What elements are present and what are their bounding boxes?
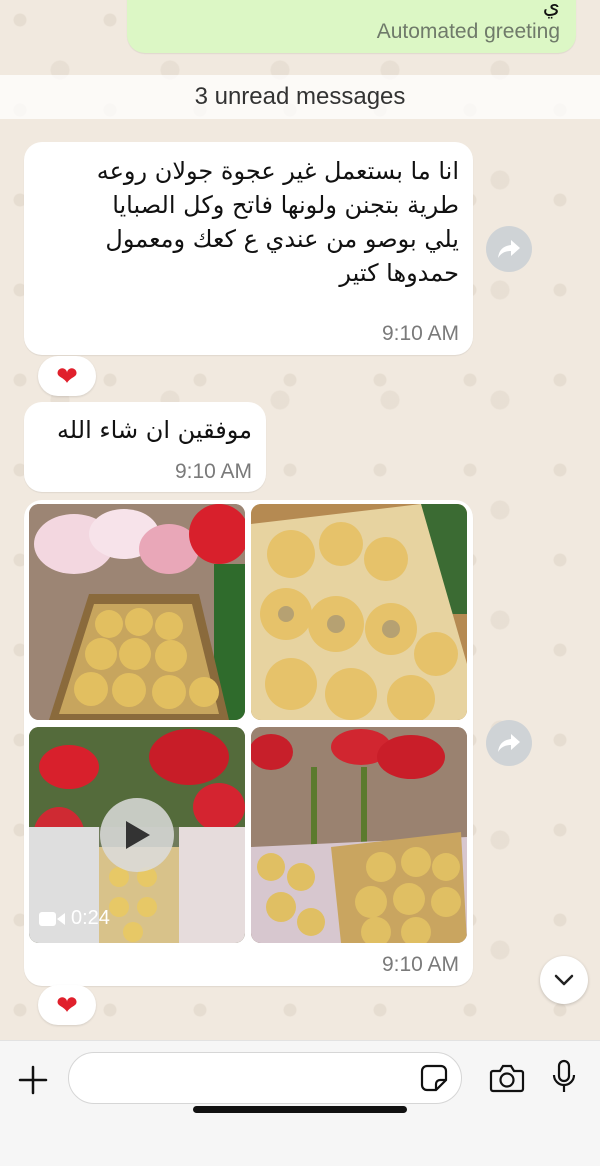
heart-icon: ❤ [56, 989, 78, 1020]
video-duration: 0:24 [71, 907, 110, 929]
message-timestamp: 9:10 AM [381, 322, 459, 345]
video-duration-badge: 0:24 [39, 907, 110, 930]
home-indicator [193, 1106, 407, 1113]
reaction-heart[interactable]: ❤ [38, 356, 96, 396]
message-text: موفقين ان شاء الله [56, 416, 252, 444]
voice-message-button[interactable] [551, 1059, 577, 1095]
album-photo[interactable] [251, 727, 467, 943]
play-button[interactable] [100, 798, 174, 872]
forward-button[interactable] [486, 226, 532, 272]
microphone-icon [552, 1059, 576, 1092]
album-photo[interactable] [251, 504, 467, 720]
attach-button[interactable] [16, 1063, 50, 1097]
forward-icon [498, 734, 520, 752]
message-timestamp: 9:10 AM [174, 460, 252, 483]
message-line: انا ما بستعمل غير عجوة جولان روعه [96, 157, 459, 185]
cookies-photo [251, 727, 467, 943]
message-timestamp: 9:10 AM [381, 953, 459, 976]
forward-icon [498, 240, 520, 258]
message-composer [0, 1040, 600, 1166]
outgoing-message-bubble[interactable]: ي Automated greeting [127, 0, 576, 53]
camera-button[interactable] [489, 1063, 525, 1093]
automated-greeting-label: Automated greeting [376, 20, 560, 43]
video-camera-icon [39, 911, 65, 926]
message-line: طرية بتجنن ولونها فاتح وكل الصبايا [112, 191, 459, 219]
album-video[interactable]: 0:24 [29, 727, 245, 943]
sticker-icon [420, 1064, 448, 1092]
album-photo[interactable] [29, 504, 245, 720]
message-input[interactable] [68, 1052, 462, 1104]
plus-icon [18, 1065, 48, 1095]
forward-button[interactable] [486, 720, 532, 766]
play-icon [126, 821, 150, 849]
heart-icon: ❤ [56, 360, 78, 391]
incoming-message-bubble[interactable]: انا ما بستعمل غير عجوة جولان روعه طرية ب… [24, 142, 473, 355]
message-line: حمدوها كتير [339, 259, 459, 287]
unread-messages-banner: 3 unread messages [0, 75, 600, 119]
chevron-down-icon [554, 974, 574, 986]
cookies-photo [251, 504, 467, 720]
media-album-bubble[interactable]: 0:24 9:10 AM [24, 500, 473, 986]
outgoing-message-text: ي [542, 0, 560, 19]
cookies-photo [29, 504, 245, 720]
message-text: انا ما بستعمل غير عجوة جولان روعه طرية ب… [34, 154, 459, 290]
camera-icon [489, 1064, 525, 1093]
scroll-to-bottom-button[interactable] [540, 956, 588, 1004]
unread-messages-label: 3 unread messages [194, 83, 406, 110]
reaction-heart[interactable]: ❤ [38, 985, 96, 1025]
message-line: يلي بوصو من عندي ع كعك ومعمول [105, 225, 459, 253]
incoming-message-bubble[interactable]: موفقين ان شاء الله 9:10 AM [24, 402, 266, 492]
sticker-button[interactable] [419, 1063, 449, 1093]
